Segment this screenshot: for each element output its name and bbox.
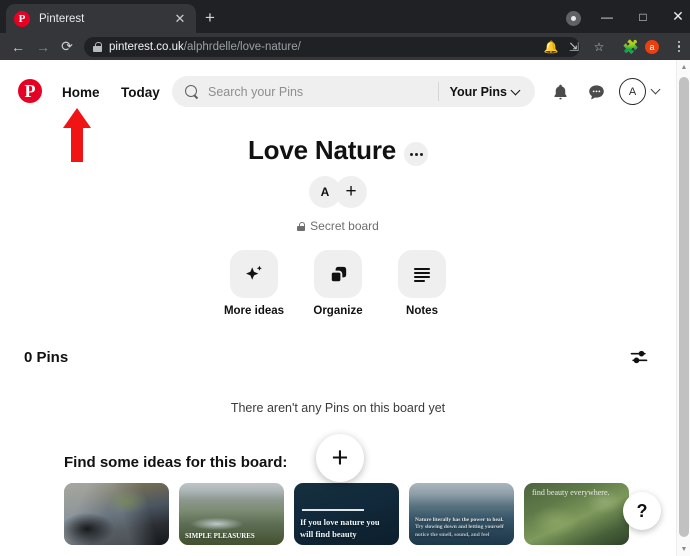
thumbnail-caption: Nature literally has the power to heal. … [415, 516, 504, 538]
arrow-right-icon[interactable]: → [31, 33, 55, 60]
reload-icon[interactable]: ⟳ [55, 33, 79, 60]
search-input[interactable]: Search your Pins [208, 85, 303, 99]
chevron-down-icon [512, 87, 521, 96]
lake-valley-thumbnail[interactable]: SIMPLE PLEASURES [179, 483, 284, 545]
board-action-notes[interactable]: Notes [391, 250, 453, 317]
annotation-arrow-up [61, 106, 93, 164]
thumbnail-caption: find beauty everywhere. [532, 488, 610, 497]
url-path: /alphrdelle/love-nature/ [183, 41, 301, 53]
record-indicator-icon[interactable] [566, 11, 581, 26]
maximize-icon[interactable]: □ [628, 0, 658, 33]
board-title-row: Love Nature [0, 135, 676, 166]
browser-tab[interactable]: P Pinterest ✕ [6, 4, 196, 33]
browser-title-bar: P Pinterest ✕ + — □ ✕ [0, 0, 690, 33]
caret-up-icon[interactable]: ▲ [677, 60, 690, 74]
board-header: Love Nature A + Secret board More ideas … [0, 135, 676, 317]
board-action-label: Organize [313, 305, 363, 317]
lock-icon [93, 42, 102, 52]
page-title: Love Nature [247, 135, 397, 165]
thumbnail-caption: If you love nature you will find beauty [300, 517, 380, 539]
sparkle-icon [230, 250, 278, 298]
new-tab-button[interactable]: + [199, 8, 221, 30]
chat-bubble-icon[interactable] [582, 78, 610, 106]
filter-sliders-icon[interactable] [626, 344, 652, 370]
copy-squares-icon [314, 250, 362, 298]
three-dot-menu-icon[interactable] [672, 33, 686, 60]
nav-item-today[interactable]: Today [112, 81, 169, 104]
nav-item-home[interactable]: Home [53, 81, 109, 104]
browser-toolbar: ← → ⟳ pinterest.co.uk/alphrdelle/love-na… [0, 33, 690, 60]
browser-window: P Pinterest ✕ + — □ ✕ ← → ⟳ pinterest.co… [0, 0, 690, 556]
collaborator-avatar[interactable]: A [309, 176, 341, 208]
user-avatar[interactable]: A [619, 78, 646, 105]
thumbnail-caption: SIMPLE PLEASURES [185, 531, 255, 540]
rock-formation-thumbnail[interactable] [64, 483, 169, 545]
help-button[interactable]: ? [623, 492, 661, 530]
close-icon[interactable]: ✕ [663, 0, 690, 33]
install-app-icon[interactable]: ⇲ [563, 33, 585, 60]
lake-sunset-quote-thumbnail[interactable]: Nature literally has the power to heal. … [409, 483, 514, 545]
bookmark-star-icon[interactable]: ☆ [588, 33, 610, 60]
pins-count: 0 Pins [24, 348, 69, 366]
search-divider [438, 82, 439, 101]
search-scope-selector[interactable]: Your Pins [450, 85, 521, 99]
url-text: pinterest.co.uk/alphrdelle/love-nature/ [109, 41, 301, 53]
notes-lines-icon [398, 250, 446, 298]
page-scrollbar[interactable]: ▲ ▼ [676, 60, 690, 556]
board-privacy: Secret board [0, 219, 676, 233]
pinterest-logo-icon[interactable]: P [18, 79, 42, 103]
scrollbar-thumb[interactable] [679, 77, 689, 537]
browser-profile-avatar[interactable]: a [645, 40, 659, 54]
site-header: P Home Today Search your Pins Your Pins [0, 60, 676, 122]
search-icon [185, 84, 199, 99]
find-beauty-quote-thumbnail[interactable]: If you love nature you will find beauty [294, 483, 399, 545]
board-collaborators: A + [0, 176, 676, 208]
board-action-more-ideas[interactable]: More ideas [223, 250, 285, 317]
plus-icon: + [331, 441, 349, 474]
empty-state-message: There aren't any Pins on this board yet [230, 401, 446, 415]
search-bar[interactable]: Search your Pins Your Pins [172, 76, 535, 107]
green-nature-quote-thumbnail[interactable]: find beauty everywhere. [524, 483, 629, 545]
tab-title: Pinterest [39, 12, 85, 25]
caret-down-icon[interactable]: ▼ [677, 542, 690, 556]
account-chevron-down-icon[interactable] [652, 84, 661, 98]
address-bar[interactable]: pinterest.co.uk/alphrdelle/love-nature/ [84, 37, 580, 57]
board-action-organize[interactable]: Organize [307, 250, 369, 317]
board-action-label: More ideas [223, 305, 285, 317]
url-domain: pinterest.co.uk [109, 41, 184, 53]
puzzle-piece-icon[interactable]: 🧩 [621, 33, 641, 60]
bell-icon[interactable] [546, 78, 574, 106]
notifications-blocked-icon[interactable]: 🔔 [540, 33, 562, 60]
board-action-label: Notes [406, 305, 438, 317]
arrow-left-icon[interactable]: ← [6, 33, 30, 60]
pins-header: 0 Pins [0, 344, 676, 370]
board-privacy-label: Secret board [310, 219, 379, 233]
create-pin-button[interactable]: + [316, 434, 364, 482]
minimize-icon[interactable]: — [592, 0, 622, 33]
pinterest-logo-icon: P [14, 10, 30, 27]
close-icon[interactable]: ✕ [172, 11, 188, 27]
lock-icon [297, 221, 306, 231]
search-scope-label: Your Pins [449, 84, 507, 99]
ellipsis-icon[interactable] [404, 142, 429, 166]
ideas-thumbnail-list: SIMPLE PLEASURES If you love nature you … [0, 483, 690, 545]
page-content: P Home Today Search your Pins Your Pins [0, 60, 690, 556]
board-actions: More ideas Organize Notes [0, 250, 676, 317]
